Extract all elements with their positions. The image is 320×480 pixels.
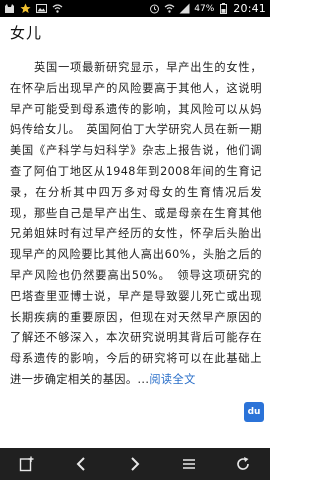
article-title: 女儿 — [10, 24, 43, 42]
article-body: 英国一项最新研究显示，早产出生的女性，在怀孕后出现早产的风险要高于其他人，这说明… — [10, 61, 262, 386]
alarm-icon — [149, 3, 160, 14]
battery-percent: 47% — [194, 3, 215, 14]
menu-icon — [183, 459, 195, 469]
cat-icon — [4, 3, 15, 14]
image-icon — [36, 3, 47, 14]
forward-icon — [131, 457, 140, 471]
read-more-link[interactable]: 阅读全文 — [149, 373, 195, 386]
wifi-icon — [52, 3, 63, 14]
back-button[interactable] — [61, 448, 101, 480]
baidu-du-badge[interactable]: du — [244, 402, 264, 422]
bookmark-add-icon — [19, 456, 34, 472]
article-body-container: 英国一项最新研究显示，早产出生的女性，在怀孕后出现早产的风险要高于其他人，这说明… — [10, 58, 262, 391]
status-bar: 47% 20:41 — [0, 0, 270, 17]
star-icon — [20, 3, 31, 14]
battery-icon — [218, 3, 229, 14]
back-icon — [76, 457, 85, 471]
clock: 20:41 — [233, 2, 266, 15]
wifi-icon — [164, 3, 175, 14]
refresh-icon — [237, 457, 249, 470]
forward-button[interactable] — [115, 448, 155, 480]
browser-toolbar — [0, 448, 270, 480]
ellipsis: ... — [137, 372, 150, 386]
status-left — [4, 3, 63, 14]
bookmark-add-button[interactable] — [7, 448, 47, 480]
signal-icon — [179, 3, 190, 14]
menu-button[interactable] — [169, 448, 209, 480]
refresh-button[interactable] — [223, 448, 263, 480]
status-right: 47% 20:41 — [149, 2, 266, 15]
